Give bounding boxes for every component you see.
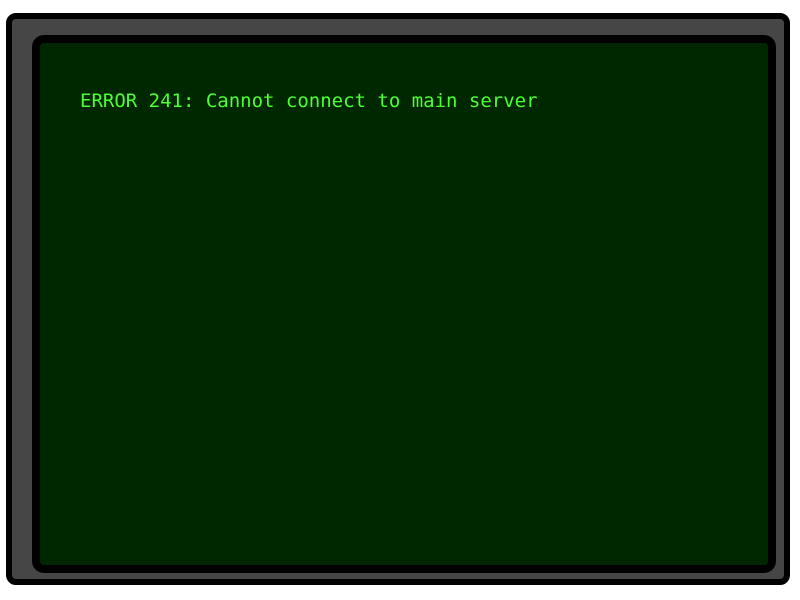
crt-monitor-bezel: ERROR 241: Cannot connect to main server [6, 13, 790, 585]
terminal-error-message: ERROR 241: Cannot connect to main server [80, 90, 538, 112]
terminal-screen: ERROR 241: Cannot connect to main server [40, 43, 768, 565]
monitor-screen-frame: ERROR 241: Cannot connect to main server [32, 35, 776, 573]
